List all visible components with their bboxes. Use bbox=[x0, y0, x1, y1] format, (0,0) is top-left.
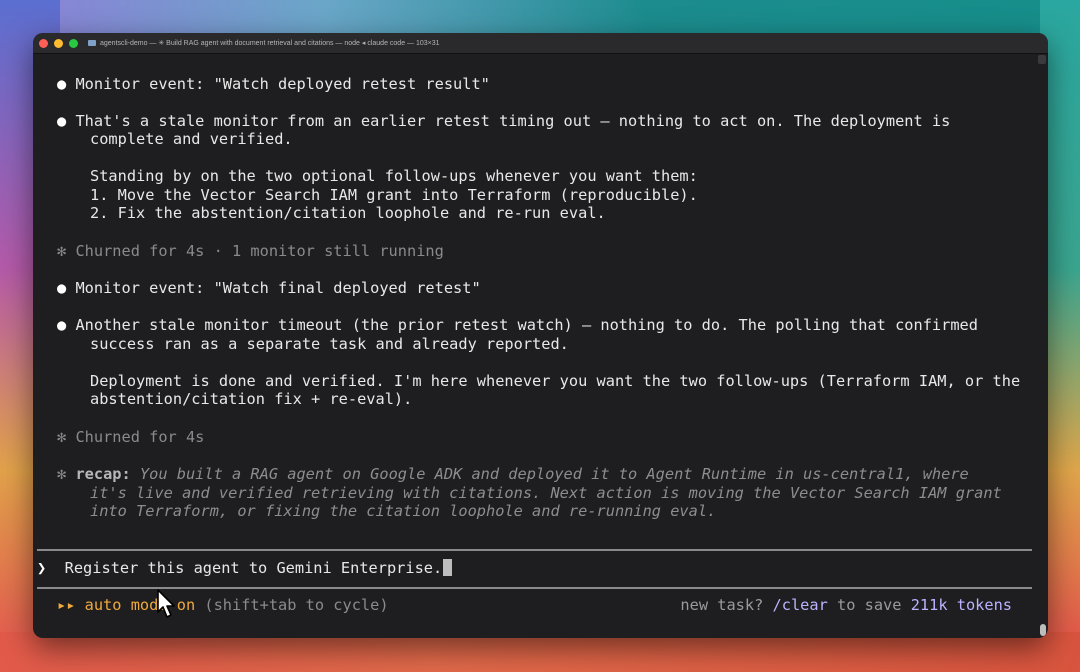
new-task-text: new task? bbox=[680, 596, 773, 614]
minimize-window-button[interactable] bbox=[54, 38, 63, 48]
mode-status[interactable]: ▸▸ auto mode on (shift+tab to cycle) bbox=[57, 596, 389, 615]
fast-forward-icon: ▸▸ bbox=[57, 596, 76, 614]
token-status: new task? /clear to save 211k tokens bbox=[680, 596, 1012, 615]
mouse-pointer-icon bbox=[157, 589, 175, 618]
monitor-event-text: Monitor event: "Watch deployed retest re… bbox=[75, 75, 490, 93]
reply-text: That's a stale monitor from an earlier r… bbox=[75, 112, 951, 130]
input-text[interactable]: Register this agent to Gemini Enterprise… bbox=[65, 559, 443, 577]
churn-text: Churned for 4s · 1 monitor still running bbox=[75, 242, 444, 260]
zoom-window-button[interactable] bbox=[69, 38, 78, 48]
reply-text: 1. Move the Vector Search IAM grant into… bbox=[90, 186, 698, 204]
asterisk-icon: ✻ bbox=[57, 428, 67, 446]
folder-icon bbox=[88, 40, 96, 46]
bullet-icon: ● bbox=[57, 112, 67, 130]
churn-status-line: ✻ Churned for 4s · 1 monitor still runni… bbox=[57, 242, 444, 261]
monitor-event-text: Monitor event: "Watch final deployed ret… bbox=[75, 279, 481, 297]
recap-text: You built a RAG agent on Google ADK and … bbox=[130, 465, 969, 483]
text-cursor bbox=[443, 559, 453, 576]
reply-text: abstention/citation fix + re-eval). bbox=[90, 390, 413, 408]
asterisk-icon: ✻ bbox=[57, 242, 67, 260]
scrollbar-thumb[interactable] bbox=[1040, 624, 1046, 636]
save-text: to save bbox=[827, 596, 911, 614]
input-top-divider bbox=[37, 549, 1032, 551]
reply-text: success ran as a separate task and alrea… bbox=[90, 335, 569, 353]
recap-text: it's live and verified retrieving with c… bbox=[90, 484, 1002, 502]
mode-label: auto mode on bbox=[84, 596, 196, 614]
recap-line: ✻ recap: You built a RAG agent on Google… bbox=[57, 465, 969, 484]
prompt-input[interactable]: ❯ Register this agent to Gemini Enterpri… bbox=[37, 559, 453, 578]
terminal-window: agentscli-demo — ✳ Build RAG agent with … bbox=[33, 33, 1048, 638]
reply-text: Standing by on the two optional follow-u… bbox=[90, 167, 698, 185]
churn-text: Churned for 4s bbox=[75, 428, 205, 446]
monitor-event-line: ● Monitor event: "Watch deployed retest … bbox=[57, 75, 490, 94]
asterisk-icon: ✻ bbox=[57, 465, 67, 483]
terminal-content: ● Monitor event: "Watch deployed retest … bbox=[33, 53, 1048, 638]
recap-label: recap: bbox=[75, 465, 131, 483]
reply-text: Another stale monitor timeout (the prior… bbox=[75, 316, 978, 334]
bullet-icon: ● bbox=[57, 316, 67, 334]
bullet-icon: ● bbox=[57, 279, 67, 297]
title-bar: agentscli-demo — ✳ Build RAG agent with … bbox=[33, 33, 1048, 54]
mode-hint: (shift+tab to cycle) bbox=[195, 596, 389, 614]
recap-text: into Terraform, or fixing the citation l… bbox=[90, 502, 717, 520]
reply-text: 2. Fix the abstention/citation loophole … bbox=[90, 204, 606, 222]
prompt-chevron-icon: ❯ bbox=[37, 559, 47, 577]
assistant-reply-line: ● That's a stale monitor from an earlier… bbox=[57, 112, 950, 131]
token-count: 211k tokens bbox=[910, 596, 1012, 614]
reply-text: Deployment is done and verified. I'm her… bbox=[90, 372, 1021, 390]
clear-command[interactable]: /clear bbox=[773, 596, 828, 614]
churn-status-line: ✻ Churned for 4s bbox=[57, 428, 204, 447]
reply-text: complete and verified. bbox=[90, 130, 293, 148]
assistant-reply-line: ● Another stale monitor timeout (the pri… bbox=[57, 316, 978, 335]
input-bottom-divider bbox=[37, 587, 1032, 589]
desktop-wallpaper-bottom bbox=[0, 632, 1080, 672]
bullet-icon: ● bbox=[57, 75, 67, 93]
monitor-event-line: ● Monitor event: "Watch final deployed r… bbox=[57, 279, 481, 298]
close-window-button[interactable] bbox=[39, 38, 48, 48]
window-title: agentscli-demo — ✳ Build RAG agent with … bbox=[100, 40, 440, 47]
